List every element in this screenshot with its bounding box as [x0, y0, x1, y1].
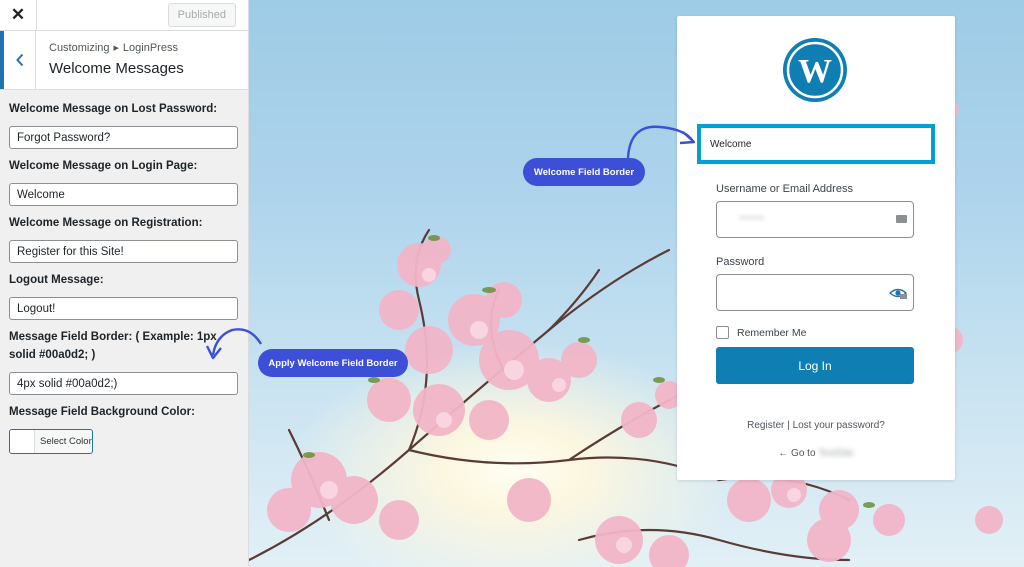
registration-message-input[interactable] [9, 240, 238, 263]
remember-me-label: Remember Me [737, 326, 807, 339]
site-name-blurred: TestSite [818, 448, 854, 459]
back-button[interactable] [0, 31, 36, 89]
message-field-border-label: Message Field Border: ( Example: 1px sol… [9, 331, 217, 361]
section-header: Customizing ▶ LoginPress Welcome Messages [0, 31, 248, 90]
log-in-button[interactable]: Log In [716, 347, 914, 384]
lost-password-link[interactable]: Lost your password? [793, 420, 885, 431]
controls-panel: Welcome Message on Lost Password: Welcom… [0, 90, 248, 454]
logout-message-input[interactable] [9, 297, 238, 320]
svg-text:W: W [798, 53, 832, 90]
breadcrumb-current: LoginPress [122, 42, 178, 54]
message-field-bg-color-label: Message Field Background Color: [9, 406, 195, 418]
logout-message-label: Logout Message: [9, 274, 104, 286]
apply-welcome-field-border-callout: Apply Welcome Field Border [258, 349, 408, 377]
username-input[interactable]: ••••••• [716, 201, 914, 238]
select-color-label: Select Color [40, 436, 92, 447]
login-card: W Welcome Username or Email Address ••••… [677, 16, 955, 480]
autofill-card-icon[interactable] [896, 215, 907, 223]
register-link[interactable]: Register [747, 420, 784, 431]
wordpress-logo-icon: W [783, 38, 847, 102]
customizer-sidebar: ✕ Published Customizing ▶ LoginPress Welco… [0, 0, 249, 567]
published-button[interactable]: Published [167, 3, 236, 27]
password-label: Password [716, 256, 765, 268]
breadcrumb-root: Customizing [49, 42, 110, 54]
username-value-blurred: ••••••• [739, 213, 764, 224]
close-icon[interactable]: ✕ [0, 0, 37, 30]
login-preview: W Welcome Username or Email Address ••••… [249, 0, 1024, 567]
customizer-topbar: ✕ Published [0, 0, 248, 31]
go-to-label: ← Go to [778, 448, 816, 459]
remember-me-checkbox[interactable] [716, 326, 729, 339]
registration-message-label: Welcome Message on Registration: [9, 217, 203, 229]
remember-me: Remember Me [716, 326, 806, 339]
select-color-button[interactable]: Select Color [9, 429, 93, 454]
section-title: Welcome Messages [49, 60, 184, 77]
breadcrumb-arrow-icon: ▶ [113, 45, 119, 52]
message-field-border-input[interactable] [9, 372, 238, 395]
color-swatch [10, 430, 35, 453]
breadcrumb: Customizing ▶ LoginPress [49, 42, 178, 54]
username-label: Username or Email Address [716, 183, 853, 195]
password-input[interactable] [716, 274, 914, 311]
welcome-message-field: Welcome [697, 124, 935, 164]
login-page-message-input[interactable] [9, 183, 238, 206]
lost-password-message-label: Welcome Message on Lost Password: [9, 103, 218, 115]
go-to-site[interactable]: ← Go to TestSite [677, 448, 955, 459]
chevron-left-icon [15, 53, 23, 67]
login-page-message-label: Welcome Message on Login Page: [9, 160, 198, 172]
welcome-field-border-callout: Welcome Field Border [523, 158, 645, 186]
eye-icon[interactable] [889, 284, 907, 302]
links-separator: | [787, 420, 790, 431]
login-links: Register | Lost your password? [677, 420, 955, 431]
lost-password-message-input[interactable] [9, 126, 238, 149]
